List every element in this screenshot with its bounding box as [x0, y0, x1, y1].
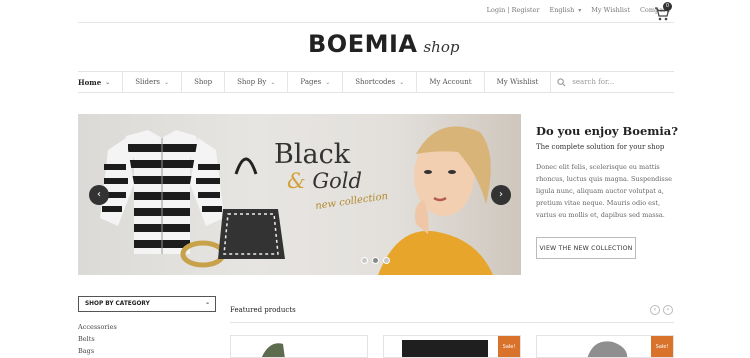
- nav-label: Pages: [300, 78, 322, 86]
- cart-count-badge: 0: [663, 2, 672, 11]
- chevron-down-icon: ▾: [578, 7, 582, 14]
- slider-pagination: [361, 257, 390, 264]
- nav-item-sliders[interactable]: Sliders ⌄: [123, 72, 183, 92]
- featured-nav: ‹ ›: [650, 305, 673, 315]
- slider-next-button[interactable]: ›: [491, 185, 511, 205]
- chevron-down-icon: ⌄: [164, 78, 170, 86]
- nav-item-shortcodes[interactable]: Shortcodes ⌄: [343, 72, 418, 92]
- nav-item-shop-by[interactable]: Shop By ⌄: [225, 72, 289, 92]
- chevron-down-icon: ⌄: [325, 78, 331, 86]
- nav-item-my-account[interactable]: My Account: [417, 72, 485, 92]
- wishlist-link[interactable]: My Wishlist: [591, 6, 630, 14]
- sale-badge: Sale!: [498, 336, 520, 357]
- promo-text: Donec elit felis, scelerisque eu mattis …: [536, 163, 672, 219]
- language-selector[interactable]: English ▾: [549, 6, 581, 14]
- cart-button[interactable]: 0: [654, 2, 672, 21]
- top-divider: [78, 22, 674, 23]
- hero-title-ampersand: &: [287, 169, 306, 193]
- nav-label: Home: [78, 77, 102, 87]
- featured-divider: [230, 322, 674, 323]
- slider-prev-button[interactable]: ‹: [89, 185, 109, 205]
- search-input[interactable]: search for...: [550, 72, 674, 92]
- view-collection-button[interactable]: VIEW THE NEW COLLECTION: [536, 237, 636, 259]
- site-logo[interactable]: BOEMIA shop: [308, 30, 459, 58]
- nav-item-home[interactable]: Home ⌄: [78, 72, 124, 92]
- nav-label: My Wishlist: [496, 78, 539, 86]
- sale-badge: Sale!: [651, 336, 673, 357]
- product-image: [261, 343, 285, 357]
- product-card[interactable]: Sale!: [536, 335, 674, 358]
- category-item-belts[interactable]: Belts: [78, 333, 117, 345]
- nav-item-my-wishlist[interactable]: My Wishlist: [485, 72, 551, 92]
- nav-label: Shop By: [237, 78, 267, 86]
- category-item-accessories[interactable]: Accessories: [78, 321, 117, 333]
- nav-label: Sliders: [135, 78, 161, 86]
- collapse-icon: –: [206, 301, 209, 307]
- nav-item-shop[interactable]: Shop: [182, 72, 226, 92]
- featured-next-button[interactable]: ›: [663, 305, 673, 315]
- slider-dot[interactable]: [372, 257, 379, 264]
- chevron-down-icon: ⌄: [399, 78, 405, 86]
- hero-title-gold: & Gold: [287, 169, 362, 193]
- chevron-down-icon: ⌄: [105, 78, 111, 86]
- hero-title-black: Black: [274, 139, 351, 170]
- category-item-bags[interactable]: Bags: [78, 345, 117, 357]
- search-placeholder: search for...: [572, 78, 615, 86]
- nav-label: Shop: [194, 78, 213, 86]
- category-list: Accessories Belts Bags: [78, 321, 117, 357]
- logo-sub-text: shop: [423, 38, 460, 56]
- slider-dot[interactable]: [361, 257, 368, 264]
- nav-item-pages[interactable]: Pages ⌄: [288, 72, 344, 92]
- logo-main-text: BOEMIA: [308, 30, 418, 58]
- category-title: SHOP BY CATEGORY: [85, 301, 150, 307]
- product-card[interactable]: Sale!: [383, 335, 521, 358]
- top-links: Login | Register English ▾ My Wishlist Co…: [487, 6, 670, 14]
- login-register-link[interactable]: Login | Register: [487, 6, 540, 14]
- search-icon: [557, 77, 566, 86]
- product-card[interactable]: [230, 335, 368, 358]
- slider-dot[interactable]: [383, 257, 390, 264]
- model-image: [378, 126, 493, 275]
- promo-title: Do you enjoy Boemia?: [536, 124, 678, 138]
- language-label: English: [549, 6, 575, 14]
- shop-by-category-header[interactable]: SHOP BY CATEGORY –: [78, 296, 216, 312]
- featured-products-title: Featured products: [230, 306, 296, 314]
- main-navigation: Home ⌄ Sliders ⌄ Shop Shop By ⌄ Pages ⌄ Shor…: [78, 71, 674, 93]
- promo-subtitle: The complete solution for your shop: [536, 143, 665, 151]
- nav-label: My Account: [429, 78, 472, 86]
- hero-slider[interactable]: Black & Gold new collection ‹ ›: [78, 114, 521, 275]
- nav-label: Shortcodes: [355, 78, 396, 86]
- featured-prev-button[interactable]: ‹: [650, 305, 660, 315]
- chevron-down-icon: ⌄: [270, 78, 276, 86]
- hero-title-gold-text: Gold: [312, 169, 362, 193]
- cardigan-image: [100, 130, 224, 254]
